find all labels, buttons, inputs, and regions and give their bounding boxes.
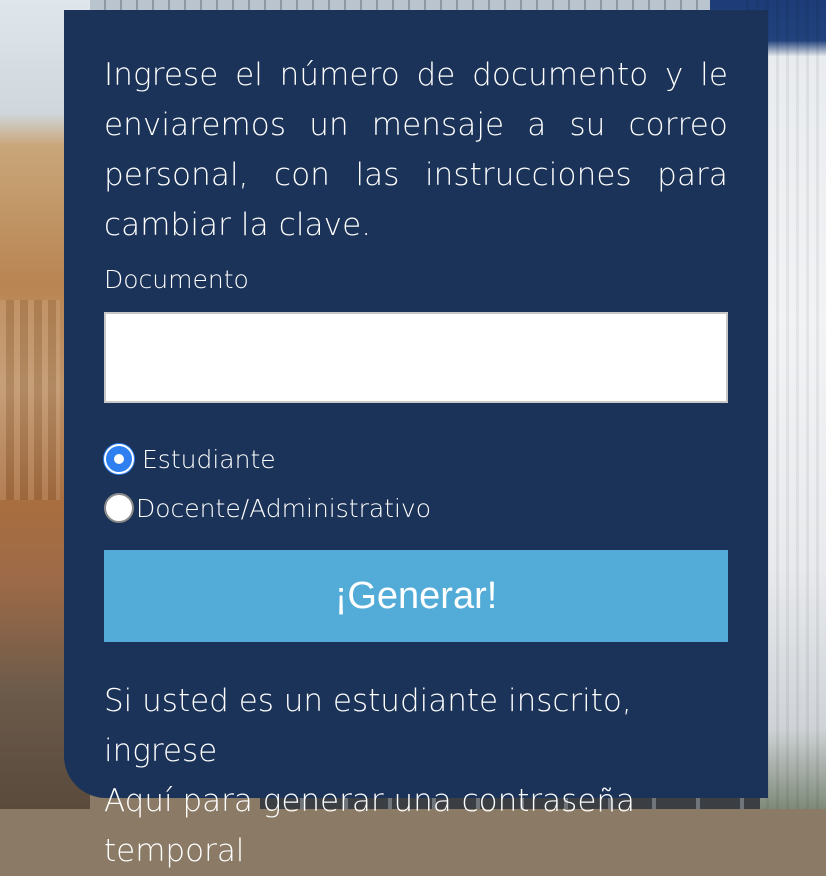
temp-password-link[interactable]: Aquí <box>104 783 173 819</box>
student-temp-password-text: Si usted es un estudiante inscrito, ingr… <box>104 676 728 876</box>
radio-estudiante[interactable] <box>104 444 134 474</box>
footer-line-2: para generar una contraseña temporal <box>104 783 636 869</box>
instructions-text: Ingrese el número de documento y le envi… <box>104 57 728 243</box>
radio-docente-label[interactable]: Docente/Administrativo <box>136 494 431 523</box>
radio-option-estudiante[interactable]: Estudiante <box>104 443 728 475</box>
radio-option-docente[interactable]: Docente/Administrativo <box>104 492 728 524</box>
radio-estudiante-label[interactable]: Estudiante <box>142 445 276 474</box>
generate-button[interactable]: ¡Generar! <box>104 550 728 642</box>
radio-docente[interactable] <box>104 493 134 523</box>
document-input[interactable] <box>104 312 728 403</box>
user-type-group: Estudiante Docente/Administrativo <box>104 443 728 524</box>
document-label: Documento <box>104 265 249 294</box>
password-reset-form: Ingrese el número de documento y le envi… <box>64 10 768 869</box>
footer-line-1: Si usted es un estudiante inscrito, ingr… <box>104 683 632 769</box>
